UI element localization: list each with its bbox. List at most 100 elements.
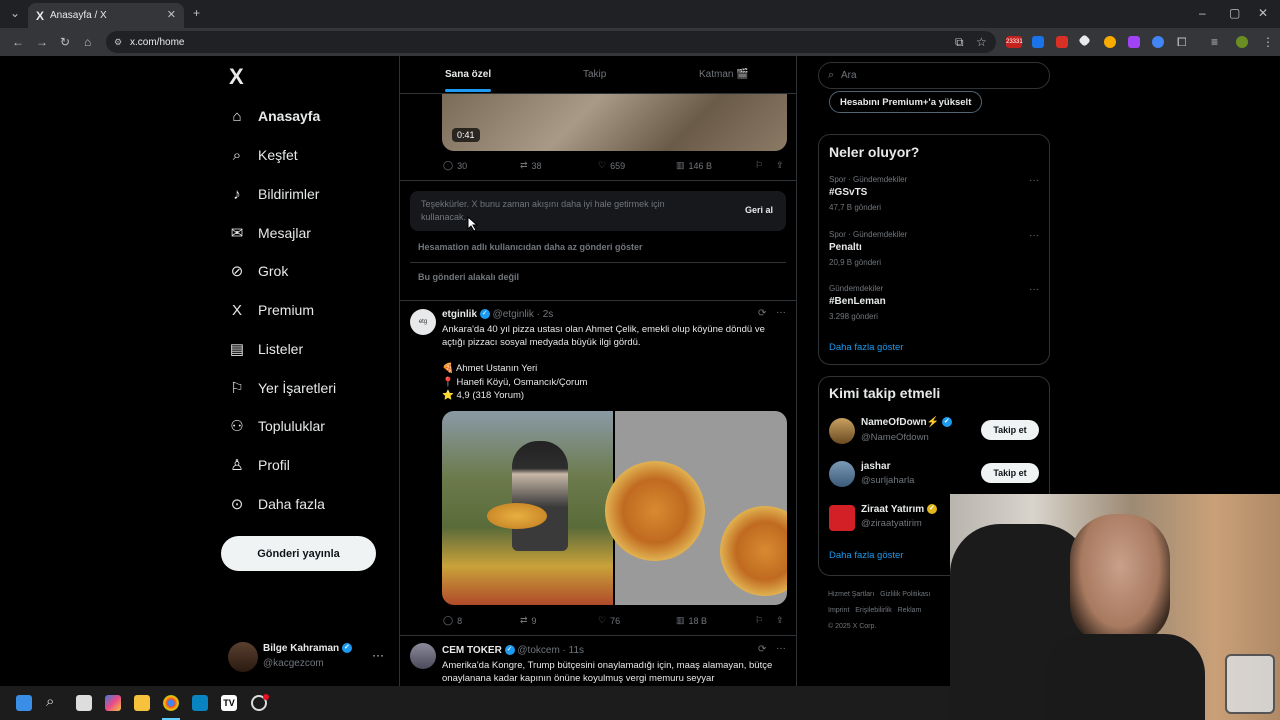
post-video[interactable]: 0:41	[442, 94, 787, 151]
post-author-handle[interactable]: @etginlik · 2s	[493, 309, 554, 320]
post-more-icon[interactable]: ···	[776, 643, 786, 654]
follow-button[interactable]: Takip et	[981, 463, 1039, 483]
reading-list-icon[interactable]: ≡	[1211, 35, 1218, 49]
post-avatar[interactable]	[410, 643, 436, 669]
suggested-avatar[interactable]	[829, 418, 855, 444]
suggested-name[interactable]: Ziraat Yatırım	[861, 504, 924, 515]
chrome-taskbar-icon[interactable]	[163, 695, 179, 711]
nav-item-profil[interactable]: ♙ Profil	[228, 450, 290, 480]
nav-item-yer-i-şaretleri[interactable]: ⚐ Yer İşaretleri	[228, 373, 336, 403]
post-more-icon[interactable]: ···	[776, 307, 786, 318]
site-info-icon[interactable]: ⚙	[114, 37, 122, 48]
not-relevant-option[interactable]: Bu gönderi alakalı değil	[418, 272, 519, 282]
tab-katman[interactable]: Katman 🎬	[699, 69, 749, 80]
cookie-extension-icon[interactable]	[1104, 36, 1116, 48]
tab-close-icon[interactable]: ✕	[167, 8, 176, 21]
trend-more-icon[interactable]: ···	[1029, 175, 1039, 186]
post-author-name[interactable]: CEM TOKER	[442, 645, 502, 656]
share-icon[interactable]: ⇪	[776, 160, 784, 171]
browser-tab[interactable]: X Anasayfa / X ✕	[28, 3, 184, 28]
back-icon[interactable]: ←	[12, 35, 24, 49]
views-action[interactable]: ▥ 146 B	[676, 160, 712, 171]
show-fewer-option[interactable]: Hesamation adlı kullanıcıdan daha az gön…	[418, 242, 643, 252]
grok-icon[interactable]: ⟳	[758, 308, 766, 319]
x-logo-icon[interactable]: X	[229, 64, 244, 90]
adblock-extension-icon[interactable]	[1056, 36, 1068, 48]
trend-more-icon[interactable]: ···	[1029, 230, 1039, 241]
post-author-name[interactable]: etginlik	[442, 309, 477, 320]
footer-link[interactable]: Imprint	[828, 607, 849, 614]
nav-item-bildirimler[interactable]: ♪ Bildirimler	[228, 179, 319, 209]
forward-icon[interactable]: →	[36, 35, 48, 49]
suggested-avatar[interactable]	[829, 505, 855, 531]
bookmark-post-icon[interactable]: ⚐	[755, 615, 763, 626]
nav-item-mesajlar[interactable]: ✉ Mesajlar	[228, 218, 311, 248]
nav-item-anasayfa[interactable]: ⌂ Anasayfa	[228, 101, 320, 131]
account-more-icon[interactable]: ···	[372, 648, 384, 662]
profile-avatar-icon[interactable]	[1236, 36, 1248, 48]
reload-icon[interactable]: ↻	[60, 35, 70, 49]
minimize-icon[interactable]: –	[1199, 6, 1206, 20]
nav-item-keşfet[interactable]: ⌕ Keşfet	[228, 140, 298, 170]
nav-item-topluluklar[interactable]: ⚇ Topluluklar	[228, 411, 325, 441]
start-menu-icon[interactable]	[16, 695, 32, 711]
install-icon[interactable]: ⧉	[955, 35, 964, 50]
tab-for-you[interactable]: Sana özel	[445, 69, 491, 80]
extensions-puzzle-icon[interactable]: ⧠	[1177, 35, 1187, 50]
nav-item-premium[interactable]: X Premium	[228, 295, 314, 325]
file-explorer-icon[interactable]	[134, 695, 150, 711]
like-action[interactable]: ♡ 76	[598, 615, 620, 626]
reply-action[interactable]: ◯ 30	[443, 160, 467, 171]
footer-link[interactable]: Erişilebilirlik	[855, 607, 892, 614]
premium-upgrade-button[interactable]: Hesabını Premium+'a yükselt	[829, 91, 983, 113]
new-tab-icon[interactable]: +	[193, 6, 200, 20]
browser-menu-icon[interactable]: ⋮	[1262, 35, 1274, 49]
chef-photo[interactable]	[442, 411, 613, 605]
footer-link[interactable]: Gizlilik Politikası	[880, 591, 930, 598]
post-media[interactable]	[442, 411, 787, 605]
repost-action[interactable]: ⇄ 9	[520, 615, 537, 626]
task-view-icon[interactable]	[76, 695, 92, 711]
account-avatar[interactable]	[228, 642, 258, 672]
repost-action[interactable]: ⇄ 38	[520, 160, 542, 171]
suggested-name[interactable]: jashar	[861, 461, 890, 472]
reply-action[interactable]: ◯ 8	[443, 615, 462, 626]
translate-extension-icon[interactable]	[1032, 36, 1044, 48]
footer-link[interactable]: Hizmet Şartları	[828, 591, 874, 598]
search-box[interactable]: ⌕ Ara	[818, 62, 1050, 89]
tradingview-icon[interactable]: TV	[221, 695, 237, 711]
extension-badge-icon[interactable]: 23331	[1006, 36, 1023, 48]
trend-more-icon[interactable]: ···	[1029, 284, 1039, 295]
maximize-icon[interactable]: ▢	[1229, 6, 1240, 20]
like-action[interactable]: ♡ 659	[598, 160, 625, 171]
trends-show-more-link[interactable]: Daha fazla göster	[829, 342, 903, 353]
close-window-icon[interactable]: ✕	[1258, 6, 1268, 20]
share-icon[interactable]: ⇪	[776, 615, 784, 626]
post-avatar[interactable]: etg	[410, 309, 436, 335]
diamond-extension-icon[interactable]	[1078, 34, 1091, 47]
views-action[interactable]: ▥ 18 B	[676, 615, 707, 626]
follow-button[interactable]: Takip et	[981, 420, 1039, 440]
nav-item-listeler[interactable]: ▤ Listeler	[228, 334, 303, 364]
tab-following[interactable]: Takip	[583, 69, 606, 80]
tab-search-icon[interactable]: ⌄	[10, 6, 20, 20]
footer-link[interactable]: Reklam	[898, 607, 922, 614]
bookmark-star-icon[interactable]: ☆	[976, 35, 987, 49]
copilot-icon[interactable]	[105, 695, 121, 711]
taskbar-search-icon[interactable]: ⌕	[46, 693, 54, 710]
nav-item-grok[interactable]: ⊘ Grok	[228, 256, 289, 286]
nav-item-daha-fazla[interactable]: ⊙ Daha fazla	[228, 489, 325, 519]
pizza-photo[interactable]	[605, 411, 787, 605]
grok-icon[interactable]: ⟳	[758, 644, 766, 655]
app-icon[interactable]	[192, 695, 208, 711]
home-browser-icon[interactable]: ⌂	[84, 35, 91, 49]
audio-extension-icon[interactable]	[1152, 36, 1164, 48]
suggested-name[interactable]: NameOfDown⚡	[861, 417, 939, 428]
bookmark-post-icon[interactable]: ⚐	[755, 160, 763, 171]
suggested-avatar[interactable]	[829, 461, 855, 487]
purple-extension-icon[interactable]	[1128, 36, 1140, 48]
url-bar[interactable]: ⚙ x.com/home	[106, 31, 996, 53]
post-author-handle[interactable]: @tokcem · 11s	[517, 645, 584, 656]
post-button[interactable]: Gönderi yayınla	[221, 536, 376, 571]
undo-button[interactable]: Geri al	[745, 205, 773, 215]
